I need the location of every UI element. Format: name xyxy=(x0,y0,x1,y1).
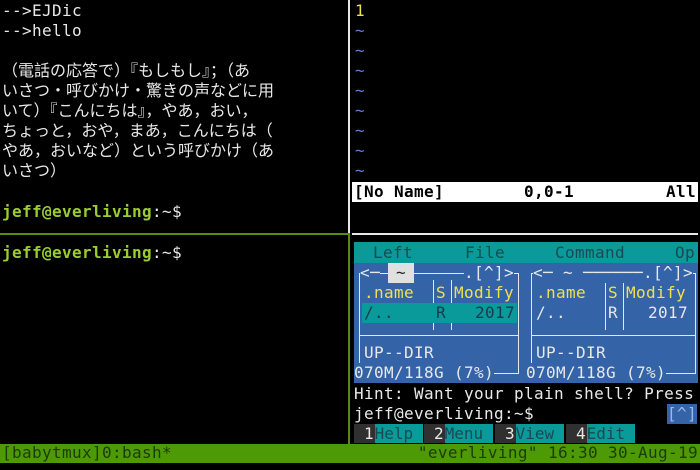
tilde-line: ~ xyxy=(355,101,366,120)
vim-cursor-position: 0,0-1 xyxy=(524,182,575,201)
vim-statusline: [No Name] 0,0-1 All xyxy=(352,182,698,202)
file-row-selected[interactable]: /.. R 2017 xyxy=(362,303,517,323)
output-line: -->hello xyxy=(2,21,83,40)
file-name[interactable]: /.. xyxy=(536,303,566,323)
col-name[interactable]: .name xyxy=(536,283,586,303)
fkey-label: Help xyxy=(374,424,424,443)
menu-command[interactable]: Command xyxy=(555,243,625,263)
tmux-host-clock: "everliving" 16:30 30-Aug-19 xyxy=(417,443,698,462)
vim-scroll: All xyxy=(665,182,696,201)
output-line: いて）『こんにちは』，やあ，おい， xyxy=(2,101,258,120)
mc-panels: <─ ~ .[^]> .name S Modify /.. R 2017 UP-… xyxy=(354,263,698,383)
fkey-menu[interactable]: 2Menu xyxy=(424,424,494,444)
output-line: いさつ・呼びかけ・驚きの声などに用 xyxy=(2,81,275,100)
output-line: いさつ） xyxy=(2,161,67,180)
disk-usage: 070M/118G (7%) xyxy=(526,363,667,383)
tilde-line: ~ xyxy=(355,21,366,40)
col-size[interactable]: S xyxy=(608,283,618,303)
output-line: （電話の応答で）『もしもし』；（あ xyxy=(2,61,251,80)
menu-file[interactable]: File xyxy=(465,243,505,263)
menu-options[interactable]: Op xyxy=(675,243,695,263)
col-size[interactable]: S xyxy=(436,283,446,303)
file-size: R xyxy=(608,303,619,322)
pane-divider-horizontal-left[interactable] xyxy=(0,233,348,235)
file-size: R xyxy=(436,303,447,322)
mc-command-prompt[interactable]: jeff@everliving:~$ xyxy=(354,404,534,424)
menu-left[interactable]: Left xyxy=(373,243,413,263)
tilde-line: ~ xyxy=(355,161,366,180)
tilde-line: ~ xyxy=(355,41,366,60)
tilde-line: ~ xyxy=(355,61,366,80)
file-name: /.. xyxy=(364,303,395,322)
fkey-view[interactable]: 3View xyxy=(495,424,565,444)
output-line: ちょっと，おや，まあ，こんにちは（ xyxy=(2,121,273,140)
tilde-line: ~ xyxy=(355,81,366,100)
fkey-number: 1 xyxy=(354,424,375,443)
fkey-edit[interactable]: 4Edit xyxy=(566,424,636,444)
fkey-label: Menu xyxy=(444,424,494,443)
disk-usage: 070M/118G (7%) xyxy=(354,363,495,383)
shell-prompt: jeff@everliving:~$ xyxy=(2,243,182,263)
mc-menubar: Left File Command Op xyxy=(354,242,698,263)
history-button[interactable]: [^] xyxy=(667,404,698,424)
prompt-user: jeff@everliving xyxy=(2,202,153,221)
pane-divider-vertical-bottom[interactable] xyxy=(348,233,350,444)
prompt-path: :~$ xyxy=(152,243,183,262)
line-number: 1 xyxy=(355,1,366,20)
output-line: やあ，おいなど）という呼びかけ（あ xyxy=(2,141,275,160)
fkey-label: Edit xyxy=(586,424,636,443)
col-modify[interactable]: Modify xyxy=(626,283,686,303)
fkey-number: 2 xyxy=(424,424,445,443)
fkey-number: 3 xyxy=(495,424,516,443)
panel-header-left: <─ xyxy=(360,263,381,283)
fkey-number: 4 xyxy=(566,424,587,443)
mini-status: UP--DIR xyxy=(536,343,607,362)
fkey-label: View xyxy=(515,424,565,443)
fkey-help[interactable]: 1Help xyxy=(354,424,424,444)
file-modify: 2017 xyxy=(647,303,688,322)
tilde-line: ~ xyxy=(355,141,366,160)
panel-header-right[interactable]: .[^]> xyxy=(464,263,515,283)
col-modify[interactable]: Modify xyxy=(454,283,514,303)
panel-header[interactable]: <─ ~ ──────.[^]> xyxy=(533,263,694,283)
pane-divider-vertical-top[interactable] xyxy=(348,0,350,233)
vim-filename: [No Name] xyxy=(354,182,445,201)
prompt-path: :~$ xyxy=(152,202,183,221)
panel-path[interactable]: ~ xyxy=(388,263,415,283)
tmux-window-list[interactable]: [babytmux]0:bash* xyxy=(2,443,172,463)
tmux-status-bar: [babytmux]0:bash* "everliving" 16:30 30-… xyxy=(0,443,700,463)
file-modify: 2017 xyxy=(474,303,515,322)
mc-hint: Hint: Want your plain shell? Press xyxy=(354,384,695,403)
output-line: -->EJDic xyxy=(2,1,83,20)
pane-divider-horizontal-right[interactable] xyxy=(352,233,698,235)
col-name[interactable]: .name xyxy=(364,283,414,303)
mini-status: UP--DIR xyxy=(364,343,435,362)
prompt-user: jeff@everliving xyxy=(2,243,153,262)
shell-prompt: jeff@everliving:~$ xyxy=(2,202,182,222)
tilde-line: ~ xyxy=(355,121,366,140)
